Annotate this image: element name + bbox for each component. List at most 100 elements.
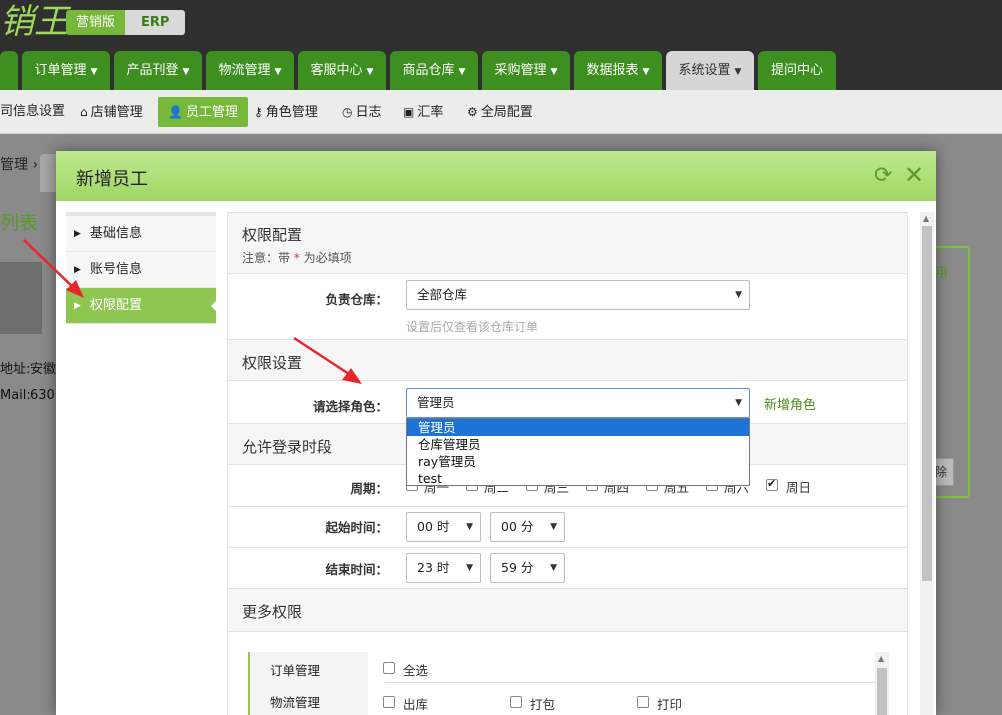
breadcrumb: 管理 › [0, 157, 39, 173]
nav-tab-logistics[interactable]: 物流管理 ▼ [206, 51, 294, 90]
add-role-link[interactable]: 新增角色 [764, 394, 816, 413]
start-hour-value: 00 时 [417, 519, 450, 534]
caret-right-icon: ▶ [74, 301, 81, 311]
caret-down-icon: ▼ [274, 67, 282, 77]
perm-checkbox[interactable] [637, 696, 649, 708]
menu-item-permission-config[interactable]: ▶ 权限配置 [66, 288, 217, 324]
caret-down-icon: ▼ [90, 67, 98, 77]
menu-item-basic-info[interactable]: ▶ 基础信息 [66, 216, 216, 252]
caret-down-icon: ▼ [458, 67, 466, 77]
nav-tab-warehouse[interactable]: 商品仓库 ▼ [390, 51, 478, 90]
subnav-global-config[interactable]: ⚙ 全局配置 [467, 97, 533, 127]
subnav-log[interactable]: ◷ 日志 [342, 97, 382, 127]
modal-title: 新增员工 [76, 169, 148, 190]
nav-tab-orders[interactable]: 订单管理 ▼ [22, 51, 110, 90]
perm-tab-orders[interactable]: 订单管理 [270, 660, 320, 679]
perm-tab-logistics[interactable]: 物流管理 [270, 692, 320, 711]
chevron-down-icon: ▼ [735, 398, 742, 408]
role-select[interactable]: 管理员 ▼ [406, 388, 750, 418]
subnav-exchange-rate[interactable]: ▣ 汇率 [403, 97, 443, 127]
nav-tab-listing[interactable]: 产品刊登 ▼ [114, 51, 202, 90]
nav-tab-purchase[interactable]: 采购管理 ▼ [482, 51, 570, 90]
note-suffix: 为必填项 [303, 251, 352, 265]
perm-checkbox[interactable] [510, 696, 522, 708]
start-minute-value: 00 分 [501, 519, 534, 534]
role-option[interactable]: 仓库管理员 [407, 436, 749, 453]
start-hour-select[interactable]: 00 时 ▼ [406, 512, 481, 542]
gear-icon: ⚙ [467, 105, 478, 119]
required-note: 注意：带 * 为必填项 [242, 249, 352, 266]
modal-scrollbar[interactable]: ▲ [920, 212, 934, 715]
subnav-label: 角色管理 [265, 105, 318, 120]
role-option[interactable]: 管理员 [407, 419, 749, 436]
modal-header: 新增员工 ⟳ ✕ [56, 151, 936, 201]
subnav-label: 日志 [355, 105, 382, 120]
end-minute-select[interactable]: 59 分 ▼ [490, 553, 565, 583]
modal-scroll-thumb[interactable] [922, 226, 932, 581]
perm-checkbox[interactable] [383, 696, 395, 708]
perm-divider [385, 682, 875, 683]
address-label: 地址: [0, 362, 31, 377]
nav-tab-label: 订单管理 [34, 63, 87, 78]
more-permissions-panel: 订单管理 物流管理 全选 出库 打包 打印 ▲ [248, 652, 889, 715]
avatar [0, 262, 42, 334]
top-bar: 销王 营销版 ERP [0, 0, 1002, 48]
subnav-label: 汇率 [417, 105, 444, 120]
inner-scrollbar[interactable]: ▲ [875, 652, 889, 715]
chevron-down-icon: ▼ [550, 522, 557, 532]
edition-marketing-button[interactable]: 营销版 [66, 10, 126, 35]
main-nav-edge[interactable] [0, 51, 18, 90]
warehouse-select[interactable]: 全部仓库 ▼ [406, 280, 750, 310]
subnav-label: 员工管理 [185, 105, 238, 120]
nav-tab-settings[interactable]: 系统设置 ▼ [666, 51, 754, 90]
chevron-down-icon: ▼ [466, 522, 473, 532]
caret-right-icon: ▶ [74, 265, 81, 275]
section-title: 权限配置 [242, 226, 303, 244]
select-all-checkbox[interactable] [383, 662, 395, 674]
section-more-permissions: 更多权限 [228, 588, 907, 632]
subnav-staff-manage[interactable]: 👤 员工管理 [158, 97, 248, 127]
refresh-icon[interactable]: ⟳ [874, 163, 892, 188]
mail-value: 630 [30, 388, 55, 403]
scroll-up-icon[interactable]: ▲ [878, 654, 884, 663]
caret-down-icon: ▼ [550, 67, 558, 77]
mail-label: Mail: [0, 388, 31, 403]
role-option[interactable]: ray管理员 [407, 453, 749, 470]
section-title: 权限设置 [242, 354, 303, 372]
nav-tab-service[interactable]: 客服中心 ▼ [298, 51, 386, 90]
close-icon[interactable]: ✕ [904, 161, 924, 189]
inner-scroll-thumb[interactable] [877, 668, 887, 715]
start-minute-select[interactable]: 00 分 ▼ [490, 512, 565, 542]
nav-tab-label: 物流管理 [218, 63, 271, 78]
required-star: * [293, 251, 300, 265]
home-icon: ⌂ [80, 105, 88, 119]
scroll-up-icon[interactable]: ▲ [923, 214, 929, 223]
menu-item-account-info[interactable]: ▶ 账号信息 [66, 252, 216, 288]
add-staff-modal: 新增员工 ⟳ ✕ ▶ 基础信息 ▶ 账号信息 ▶ 权限配置 权限配置 注意：带 * 为… [56, 151, 936, 715]
subnav-shop-manage[interactable]: ⌂ 店铺管理 [80, 97, 149, 127]
subnav-role-manage[interactable]: ⚷ 角色管理 [254, 97, 318, 127]
nav-tab-label: 商品仓库 [402, 63, 455, 78]
note-prefix: 注意：带 [242, 251, 291, 265]
menu-item-label: 基础信息 [90, 226, 143, 241]
subnav-company-info[interactable]: 司信息设置 [0, 97, 71, 127]
key-icon: ⚷ [254, 105, 263, 119]
section-permission-config: 权限配置 注意：带 * 为必填项 [228, 213, 907, 274]
address-value: 安徽 [30, 362, 57, 377]
nav-tab-label: 数据报表 [586, 63, 639, 78]
weekday-label: 周日 [786, 480, 812, 495]
nav-tab-help[interactable]: 提问中心 [758, 51, 836, 90]
perm-label: 打包 [530, 697, 556, 712]
role-option[interactable]: test [407, 470, 749, 487]
end-hour-select[interactable]: 23 时 ▼ [406, 553, 481, 583]
nav-tab-reports[interactable]: 数据报表 ▼ [574, 51, 662, 90]
edition-erp-button[interactable]: ERP [125, 10, 186, 35]
page-title: 列表 [0, 212, 39, 234]
section-permission-settings: 权限设置 [228, 339, 907, 381]
caret-right-icon: ▶ [74, 229, 81, 239]
nav-tab-label: 提问中心 [770, 63, 823, 78]
menu-item-label: 权限配置 [90, 298, 143, 313]
weekday-checkbox-checked[interactable] [766, 477, 778, 491]
modal-left-menu: ▶ 基础信息 ▶ 账号信息 ▶ 权限配置 [66, 212, 217, 324]
edition-switch: 营销版 ERP [66, 10, 186, 35]
